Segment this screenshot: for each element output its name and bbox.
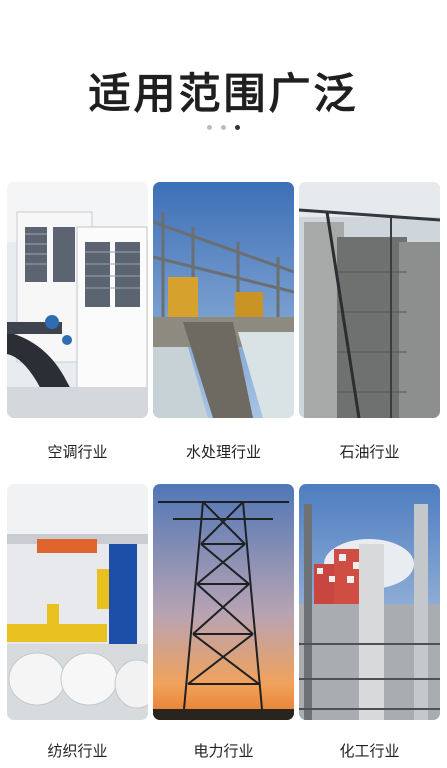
power-tower-photo [153, 484, 294, 720]
carousel-indicator [0, 125, 447, 130]
industry-label: 空调行业 [47, 443, 108, 461]
carousel-dot-1[interactable] [207, 125, 212, 130]
chemical-plant-photo [299, 484, 440, 720]
industry-label: 纺织行业 [47, 742, 108, 760]
carousel-dot-3[interactable] [235, 125, 240, 130]
industry-label: 水处理行业 [185, 443, 261, 461]
page-title: 适用范围广泛 [88, 69, 359, 118]
industry-label: 电力行业 [193, 742, 254, 760]
hvac-units-photo [7, 182, 148, 418]
dam-water-photo [153, 182, 294, 418]
industry-label: 石油行业 [339, 443, 400, 461]
textile-factory-photo [7, 484, 148, 720]
carousel-dot-2[interactable] [221, 125, 226, 130]
industry-label: 化工行业 [339, 742, 400, 760]
silo-tanks-photo [299, 182, 440, 418]
